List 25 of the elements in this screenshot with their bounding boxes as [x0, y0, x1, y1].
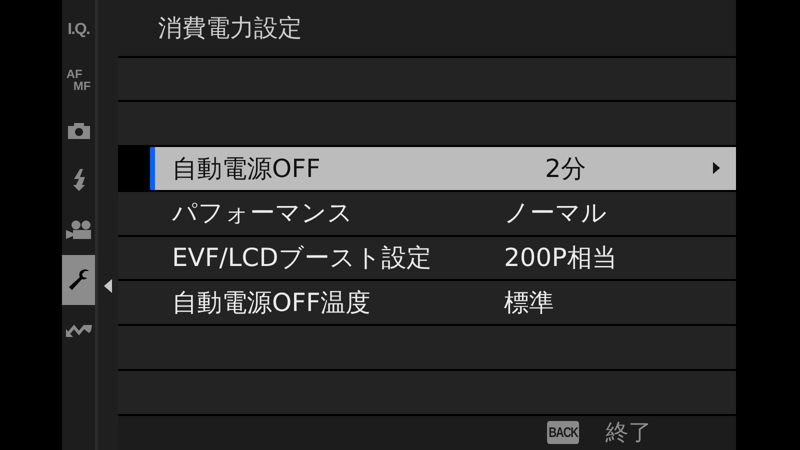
menu-row[interactable]: EVF/LCDブースト設定 200P相当 [118, 236, 736, 280]
menu-row[interactable]: パフォーマンス ノーマル [118, 192, 736, 235]
camera-icon[interactable] [66, 121, 90, 139]
back-button-icon: BACK [547, 421, 580, 444]
setting-label: パフォーマンス [171, 197, 354, 230]
setting-value: 200P相当 [504, 242, 618, 274]
flash-icon[interactable] [72, 169, 86, 191]
movie-camera-icon[interactable] [66, 220, 92, 240]
setting-value: 標準 [504, 286, 555, 319]
exit-label: 終了 [605, 418, 652, 448]
setting-label: 自動電源OFF [171, 152, 322, 185]
menu-row[interactable]: 自動電源OFF 2分 [150, 147, 736, 190]
connection-icon[interactable] [66, 323, 92, 337]
menu-tab[interactable] [62, 255, 95, 305]
right-arrow-icon [713, 162, 720, 174]
setting-label: 自動電源OFF温度 [171, 286, 372, 319]
left-arrow-icon [104, 279, 112, 293]
setting-value: 2分 [545, 152, 587, 185]
tab-label[interactable]: I.Q. [68, 22, 90, 38]
wrench-icon [66, 268, 90, 292]
setting-value: ノーマル [504, 197, 608, 230]
setting-label: EVF/LCDブースト設定 [171, 242, 432, 274]
menu-row[interactable]: 自動電源OFF温度 標準 [118, 281, 736, 324]
tab-label[interactable]: AF MF [66, 68, 91, 92]
screen-title: 消費電力設定 [118, 0, 736, 56]
